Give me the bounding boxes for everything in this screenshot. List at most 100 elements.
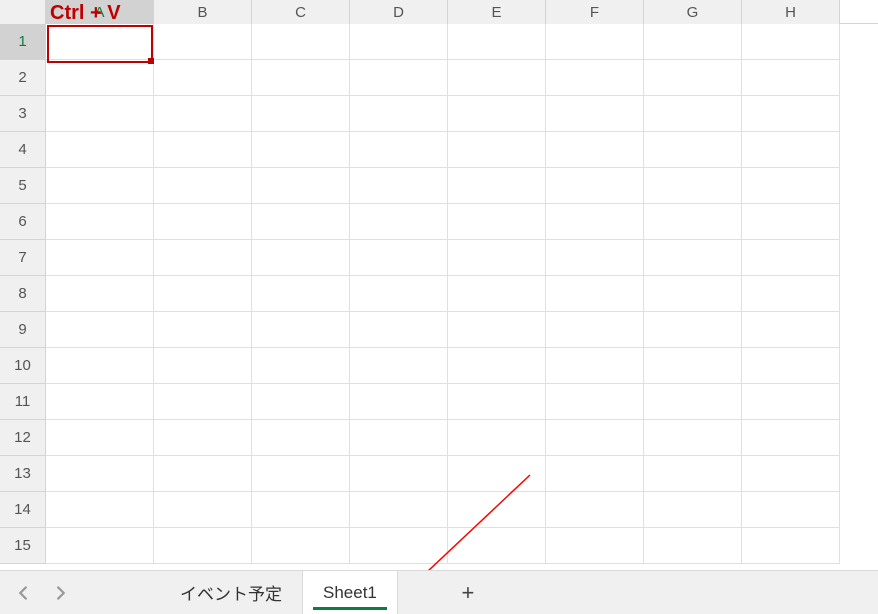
cell[interactable]: [350, 276, 448, 312]
sheet-tab[interactable]: Sheet1: [302, 570, 398, 614]
cell[interactable]: [742, 348, 840, 384]
cell[interactable]: [154, 348, 252, 384]
cell[interactable]: [154, 60, 252, 96]
column-header[interactable]: F: [546, 0, 644, 24]
cell[interactable]: [742, 420, 840, 456]
cell[interactable]: [46, 528, 154, 564]
cell[interactable]: [154, 24, 252, 60]
cell[interactable]: [644, 96, 742, 132]
cell[interactable]: [644, 384, 742, 420]
cell[interactable]: [252, 492, 350, 528]
cell[interactable]: [546, 348, 644, 384]
cell[interactable]: [154, 240, 252, 276]
cell[interactable]: [742, 60, 840, 96]
cell[interactable]: [742, 24, 840, 60]
cell[interactable]: [350, 132, 448, 168]
tab-nav-next[interactable]: [52, 571, 70, 614]
cell[interactable]: [644, 492, 742, 528]
cell[interactable]: [154, 384, 252, 420]
cell[interactable]: [644, 168, 742, 204]
cell[interactable]: [350, 384, 448, 420]
cell[interactable]: [742, 384, 840, 420]
cell[interactable]: [546, 528, 644, 564]
cell[interactable]: [448, 492, 546, 528]
cell[interactable]: [350, 528, 448, 564]
column-header[interactable]: G: [644, 0, 742, 24]
cell[interactable]: [742, 204, 840, 240]
cell[interactable]: [448, 60, 546, 96]
cell[interactable]: [546, 60, 644, 96]
cell[interactable]: [546, 384, 644, 420]
cell[interactable]: [252, 384, 350, 420]
sheet-tab[interactable]: イベント予定: [160, 571, 302, 614]
cell[interactable]: [546, 276, 644, 312]
cell[interactable]: [350, 348, 448, 384]
row-header[interactable]: 12: [0, 420, 46, 456]
select-all-corner[interactable]: [0, 0, 46, 24]
cell[interactable]: [252, 96, 350, 132]
cell[interactable]: [644, 60, 742, 96]
cell[interactable]: [154, 456, 252, 492]
cell[interactable]: [546, 492, 644, 528]
cell[interactable]: [644, 240, 742, 276]
cell[interactable]: [46, 168, 154, 204]
cell[interactable]: [742, 276, 840, 312]
cell[interactable]: [252, 312, 350, 348]
cell[interactable]: [448, 312, 546, 348]
cell[interactable]: [742, 528, 840, 564]
cell[interactable]: [448, 204, 546, 240]
row-header[interactable]: 8: [0, 276, 46, 312]
cell[interactable]: [252, 348, 350, 384]
row-header[interactable]: 11: [0, 384, 46, 420]
cell[interactable]: [546, 240, 644, 276]
cell[interactable]: [154, 312, 252, 348]
cell[interactable]: [252, 132, 350, 168]
cell[interactable]: [252, 204, 350, 240]
cell[interactable]: [252, 420, 350, 456]
cell[interactable]: [350, 420, 448, 456]
cell[interactable]: [448, 348, 546, 384]
cell[interactable]: [46, 132, 154, 168]
cell[interactable]: [448, 240, 546, 276]
cell[interactable]: [742, 96, 840, 132]
cell[interactable]: [644, 24, 742, 60]
cell[interactable]: [546, 420, 644, 456]
row-header[interactable]: 14: [0, 492, 46, 528]
cell[interactable]: [154, 276, 252, 312]
cell[interactable]: [252, 276, 350, 312]
cell[interactable]: [350, 492, 448, 528]
row-header[interactable]: 4: [0, 132, 46, 168]
column-header[interactable]: D: [350, 0, 448, 24]
cell[interactable]: [546, 96, 644, 132]
row-header[interactable]: 15: [0, 528, 46, 564]
row-header[interactable]: 3: [0, 96, 46, 132]
cell[interactable]: [252, 60, 350, 96]
cell[interactable]: [252, 24, 350, 60]
cell[interactable]: [644, 276, 742, 312]
cell[interactable]: [252, 240, 350, 276]
cell[interactable]: [252, 168, 350, 204]
cell[interactable]: [546, 456, 644, 492]
cell[interactable]: [252, 456, 350, 492]
cell[interactable]: [448, 420, 546, 456]
cell[interactable]: [46, 276, 154, 312]
cell[interactable]: [350, 240, 448, 276]
cell[interactable]: [46, 24, 154, 60]
cell[interactable]: [742, 456, 840, 492]
tab-nav-prev[interactable]: [14, 571, 32, 614]
row-header[interactable]: 5: [0, 168, 46, 204]
cell[interactable]: [644, 348, 742, 384]
row-header[interactable]: 2: [0, 60, 46, 96]
cell[interactable]: [46, 240, 154, 276]
cell[interactable]: [46, 420, 154, 456]
row-header[interactable]: 10: [0, 348, 46, 384]
cell[interactable]: [46, 456, 154, 492]
cell[interactable]: [448, 528, 546, 564]
cell[interactable]: [350, 456, 448, 492]
cell[interactable]: [350, 204, 448, 240]
cell[interactable]: [350, 312, 448, 348]
cell[interactable]: [448, 456, 546, 492]
cell[interactable]: [448, 276, 546, 312]
row-header[interactable]: 13: [0, 456, 46, 492]
cell[interactable]: [448, 132, 546, 168]
